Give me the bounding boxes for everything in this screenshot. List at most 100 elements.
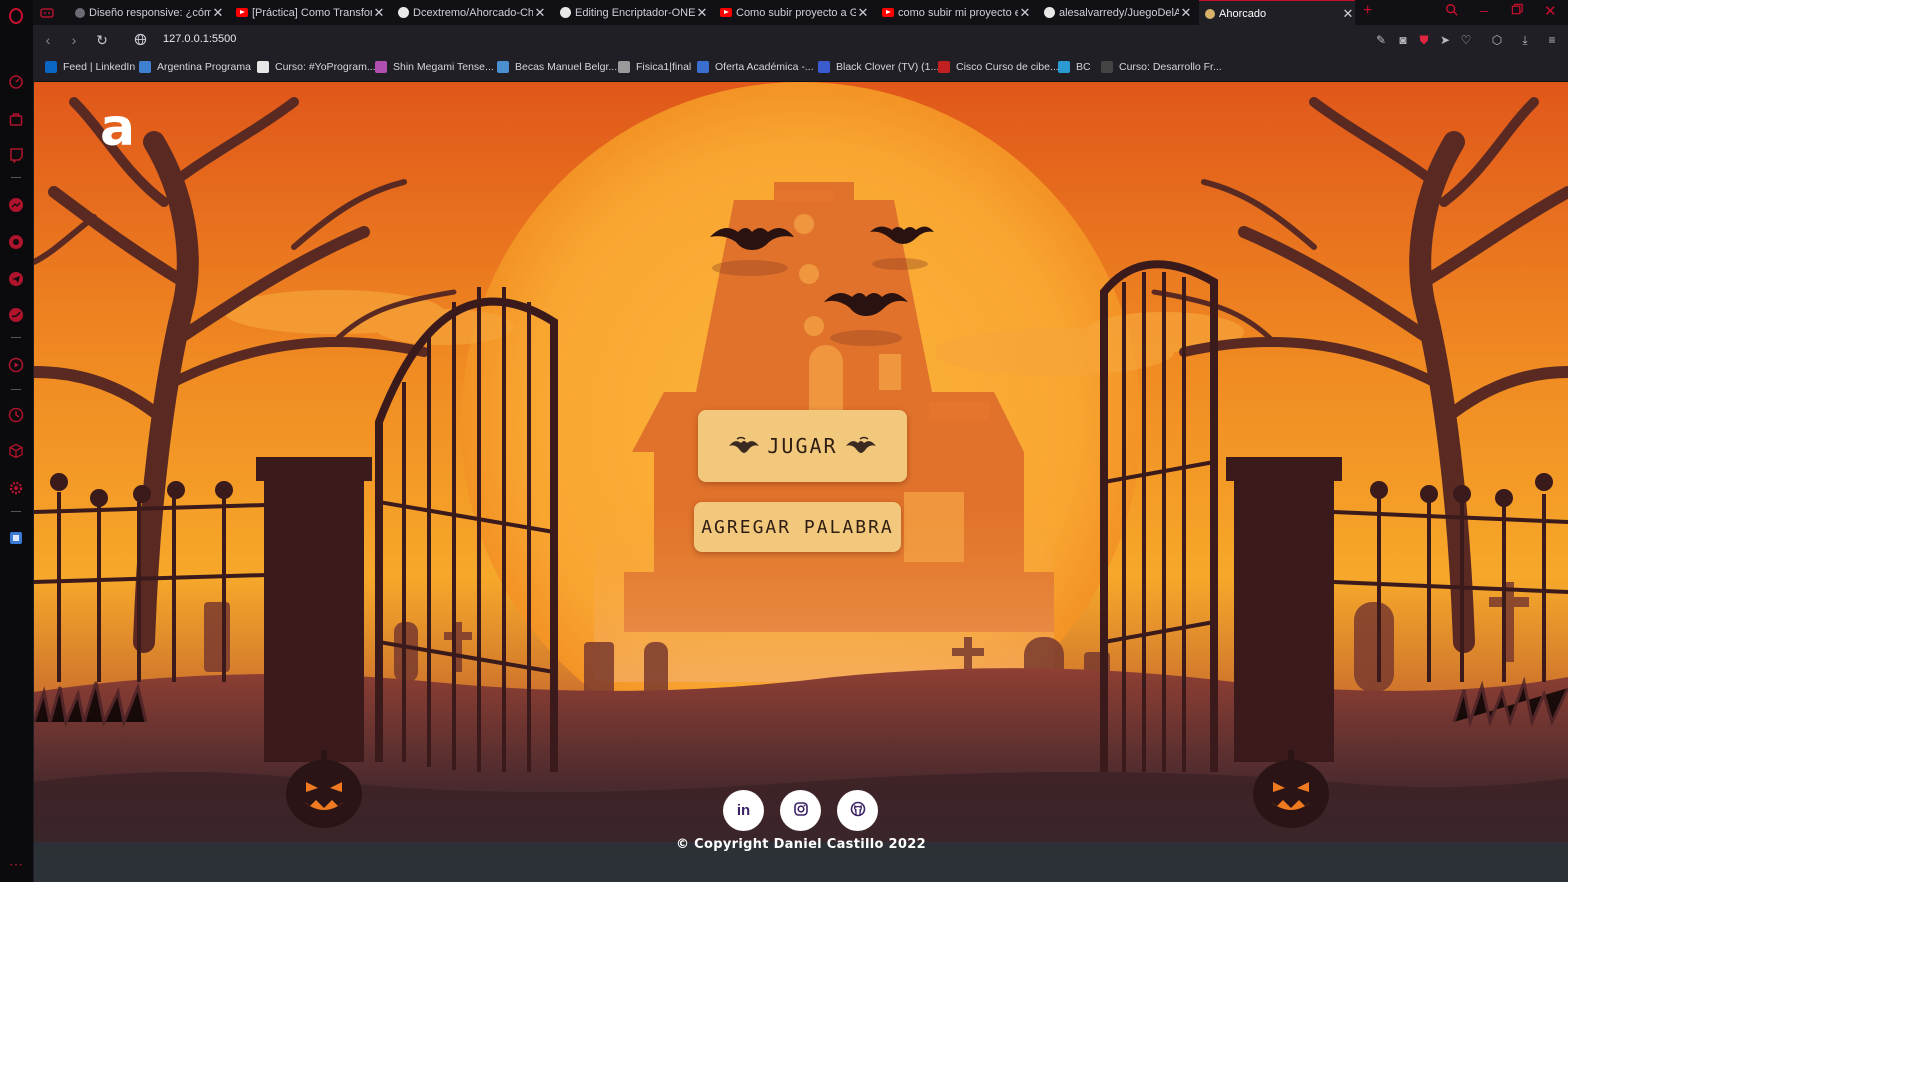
tab-8[interactable]: Ahorcado ✕	[1199, 0, 1355, 26]
site-logo[interactable]: a	[100, 102, 135, 154]
youtube-icon	[882, 7, 894, 19]
history-icon[interactable]	[8, 407, 24, 423]
tab-title: Como subir proyecto a Git	[736, 6, 856, 19]
page-icon	[1205, 8, 1215, 19]
forward-icon[interactable]: ›	[65, 31, 83, 49]
bat-icon	[845, 436, 876, 453]
close-window-icon[interactable]: ✕	[1544, 2, 1557, 20]
bookmark-label: Curso: Desarrollo Fr...	[1119, 61, 1222, 73]
bookmark-label: Argentina Programa	[157, 61, 251, 73]
close-tab-icon[interactable]: ✕	[1341, 6, 1355, 22]
minimize-icon[interactable]: –	[1480, 2, 1488, 18]
close-tab-icon[interactable]: ✕	[856, 5, 870, 21]
bookmark-heart-icon[interactable]: ♡	[1458, 32, 1474, 48]
close-tab-icon[interactable]: ✕	[695, 5, 709, 21]
snapshot-camera-icon[interactable]: ◙	[1395, 32, 1411, 48]
new-tab-button[interactable]: +	[1363, 2, 1372, 20]
close-tab-icon[interactable]: ✕	[211, 5, 225, 21]
bookmark-label: Cisco Curso de cibe...	[956, 61, 1059, 73]
speed-dial-icon[interactable]	[8, 73, 24, 89]
sidebar-divider	[11, 177, 21, 178]
tab-4[interactable]: Editing Encriptador-ONE/R ✕	[553, 0, 709, 25]
bookmark-item[interactable]: Fisica1|final	[618, 61, 691, 73]
tab-title: [Práctica] Como Transforma	[252, 6, 372, 19]
settings-gear-icon[interactable]	[8, 480, 24, 496]
bookmark-item[interactable]: BC	[1058, 61, 1091, 73]
bookmark-item[interactable]: Becas Manuel Belgr...	[497, 61, 617, 73]
twitter-icon[interactable]	[8, 307, 24, 323]
play-button[interactable]: JUGAR	[698, 410, 907, 482]
whatsapp-icon[interactable]	[8, 234, 24, 250]
site-info-globe-icon[interactable]	[134, 33, 148, 47]
add-word-button[interactable]: AGREGAR PALABRA	[694, 502, 901, 552]
edit-page-icon[interactable]: ✎	[1373, 32, 1389, 48]
player-icon[interactable]	[8, 357, 24, 373]
bookmark-favicon-icon	[1058, 61, 1070, 73]
twitch-icon[interactable]	[8, 147, 24, 163]
linkedin-icon: in	[736, 802, 751, 819]
restore-window-icon[interactable]	[1511, 3, 1525, 17]
tab-title: Ahorcado	[1219, 7, 1267, 20]
bookmark-item[interactable]: Cisco Curso de cibe...	[938, 61, 1059, 73]
bookmark-item[interactable]: Curso: #YoProgram...	[257, 61, 376, 73]
bookmark-favicon-icon	[375, 61, 387, 73]
send-icon[interactable]: ➤	[1437, 32, 1453, 48]
extensions-icon[interactable]: ⬡	[1489, 32, 1505, 48]
bookmark-item[interactable]: Curso: Desarrollo Fr...	[1101, 61, 1222, 73]
page-icon	[75, 7, 85, 18]
youtube-icon	[236, 7, 248, 19]
bookmark-favicon-icon	[1101, 61, 1113, 73]
tab-title: como subir mi proyecto en	[898, 6, 1018, 19]
tab-2[interactable]: [Práctica] Como Transforma✕	[230, 0, 386, 25]
back-icon[interactable]: ‹	[39, 31, 57, 49]
tab-title: Dcextremo/Ahorcado-Chal	[413, 6, 533, 19]
bookmark-item[interactable]: Oferta Académica -...	[697, 61, 814, 73]
youtube-icon	[720, 7, 732, 19]
adblock-shield-icon[interactable]: ⛊	[1416, 32, 1432, 48]
reload-icon[interactable]: ↻	[93, 31, 111, 49]
bag-icon[interactable]	[8, 111, 24, 127]
linkedin-link[interactable]: in	[723, 790, 764, 831]
bookmark-item[interactable]: Feed | LinkedIn	[45, 61, 135, 73]
url-field[interactable]: 127.0.0.1:5500	[163, 33, 236, 45]
bookmark-favicon-icon	[497, 61, 509, 73]
github-link[interactable]	[837, 790, 878, 831]
bookmark-label: Becas Manuel Belgr...	[515, 61, 618, 73]
github-icon	[1043, 7, 1055, 19]
github-icon	[397, 7, 409, 19]
bookmark-favicon-icon	[818, 61, 830, 73]
close-tab-icon[interactable]: ✕	[1179, 5, 1193, 21]
sidebar-divider	[11, 511, 21, 512]
bookmark-favicon-icon	[45, 61, 57, 73]
github-icon	[559, 7, 571, 19]
tab-1[interactable]: Diseño responsive: ¿cómo ✕	[69, 0, 225, 25]
extensions-cube-icon[interactable]	[8, 443, 24, 459]
close-tab-icon[interactable]: ✕	[1018, 5, 1032, 21]
close-tab-icon[interactable]: ✕	[533, 5, 547, 21]
bookmark-item[interactable]: Black Clover (TV) (1...	[818, 61, 939, 73]
bookmark-favicon-icon	[697, 61, 709, 73]
bookmark-item[interactable]: Argentina Programa	[139, 61, 251, 73]
bookmark-item[interactable]: Shin Megami Tense...	[375, 61, 494, 73]
close-tab-icon[interactable]: ✕	[372, 5, 386, 21]
bookmark-label: Black Clover (TV) (1...	[836, 61, 940, 73]
tab-3[interactable]: Dcextremo/Ahorcado-Chal ✕	[391, 0, 547, 25]
download-icon[interactable]: ⤓	[1517, 32, 1533, 48]
github-icon	[850, 801, 866, 821]
app-shortcut-icon[interactable]	[8, 530, 24, 546]
opera-logo-icon[interactable]	[8, 8, 24, 24]
messenger-icon[interactable]	[8, 197, 24, 213]
tab-7[interactable]: alesalvarredy/JuegoDelAho✕	[1037, 0, 1193, 25]
tab-5[interactable]: Como subir proyecto a Git ✕	[714, 0, 870, 25]
easy-setup-icon[interactable]: ≡	[1544, 32, 1560, 48]
browser-window: ⋯ Diseño responsive: ¿cómo ✕ [Práctica] Co…	[0, 0, 1568, 882]
telegram-icon[interactable]	[8, 271, 24, 287]
search-tabs-icon[interactable]	[1445, 3, 1459, 19]
tab-menu-icon[interactable]	[39, 5, 55, 21]
bookmark-label: Shin Megami Tense...	[393, 61, 494, 73]
bookmarks-bar: Feed | LinkedIn Argentina Programa Curso: …	[33, 55, 1568, 82]
instagram-link[interactable]	[780, 790, 821, 831]
more-options-icon[interactable]: ⋯	[8, 856, 24, 872]
bookmark-label: Feed | LinkedIn	[63, 61, 136, 73]
tab-6[interactable]: como subir mi proyecto en ✕	[876, 0, 1032, 25]
